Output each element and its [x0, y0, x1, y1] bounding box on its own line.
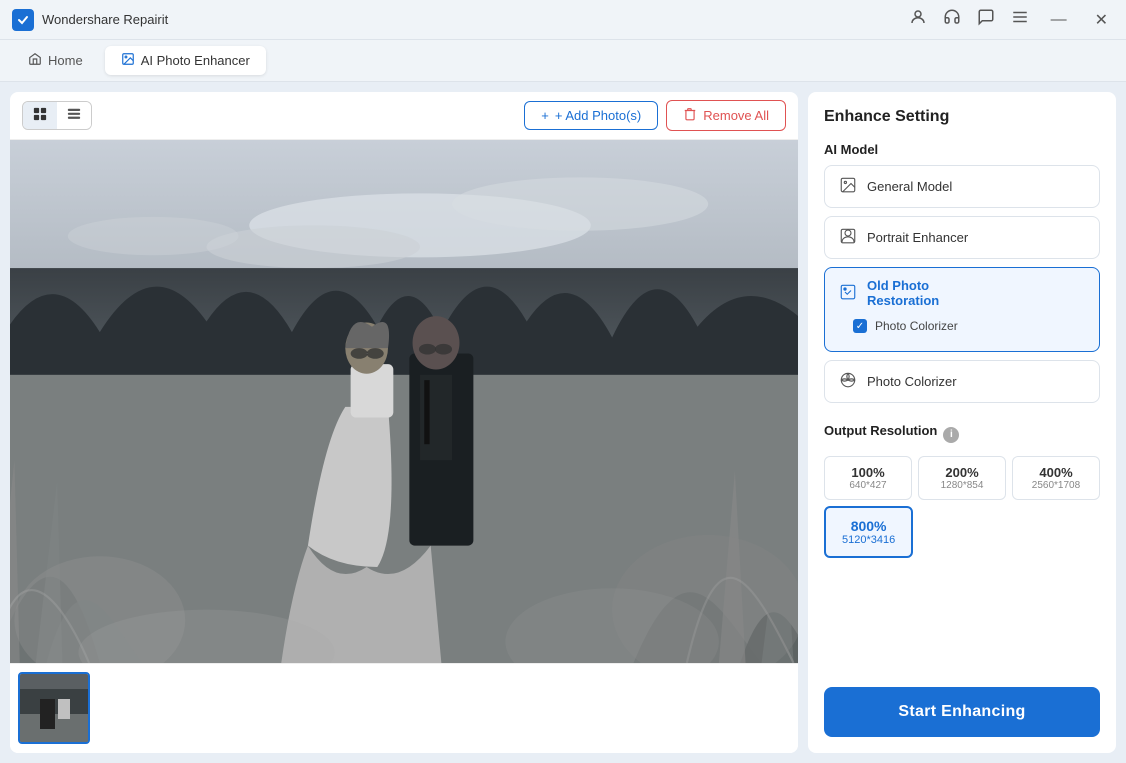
res-100-dims: 640*427 [831, 480, 905, 491]
thumbnail-item[interactable] [18, 672, 90, 744]
resolution-label: Output Resolution [824, 423, 937, 438]
res-100-percent: 100% [831, 465, 905, 480]
model-portrait[interactable]: Portrait Enhancer [824, 216, 1100, 259]
trash-icon [683, 107, 697, 124]
photo-colorizer-checkbox-container[interactable]: ✓ Photo Colorizer [839, 315, 1085, 341]
app-icon [12, 9, 34, 31]
portrait-icon [839, 227, 857, 248]
portrait-label: Portrait Enhancer [867, 230, 968, 245]
home-tab-label: Home [48, 53, 83, 68]
remove-all-label: Remove All [703, 108, 769, 123]
resolution-400[interactable]: 400% 2560*1708 [1012, 456, 1100, 500]
nav-tabs: Home AI Photo Enhancer [0, 40, 1126, 82]
resolution-grid: 100% 640*427 200% 1280*854 400% 2560*170… [824, 456, 1100, 500]
titlebar: Wondershare Repairit — ✕ [0, 0, 1126, 40]
checkbox-icon[interactable]: ✓ [853, 319, 867, 333]
thumbnail-strip [10, 663, 798, 753]
general-model-icon [839, 176, 857, 197]
titlebar-controls: — ✕ [909, 8, 1114, 32]
grid-view-button[interactable] [23, 102, 57, 129]
res-400-dims: 2560*1708 [1019, 480, 1093, 491]
res-200-percent: 200% [925, 465, 999, 480]
add-photos-button[interactable]: + + Add Photo(s) [524, 101, 658, 130]
resolution-section: Output Resolution i 100% 640*427 200% 12… [824, 423, 1100, 558]
headphone-icon[interactable] [943, 8, 961, 31]
resolution-800[interactable]: 800% 5120*3416 [824, 506, 913, 558]
ai-photo-icon [121, 52, 135, 69]
tab-home[interactable]: Home [12, 46, 99, 75]
model-photo-colorizer[interactable]: Photo Colorizer [824, 360, 1100, 403]
main-content: + + Add Photo(s) Remove All [0, 82, 1126, 763]
main-photo [10, 140, 798, 663]
left-panel: + + Add Photo(s) Remove All [10, 92, 798, 753]
old-photo-icon [839, 283, 857, 304]
old-photo-label: Old Photo Restoration [867, 278, 942, 308]
tab-ai-photo-enhancer[interactable]: AI Photo Enhancer [105, 46, 266, 75]
res-800-dims: 5120*3416 [842, 534, 895, 546]
colorizer-checkbox-row[interactable]: ✓ Photo Colorizer [824, 311, 1100, 352]
add-photos-label: + Add Photo(s) [555, 108, 641, 123]
photo-colorizer-checkbox-label: Photo Colorizer [875, 319, 958, 333]
view-toggles [22, 101, 92, 130]
resolution-100[interactable]: 100% 640*427 [824, 456, 912, 500]
ai-model-label: AI Model [824, 142, 1100, 157]
info-icon[interactable]: i [943, 427, 959, 443]
user-icon[interactable] [909, 8, 927, 31]
general-model-label: General Model [867, 179, 952, 194]
resolution-200[interactable]: 200% 1280*854 [918, 456, 1006, 500]
add-icon: + [541, 108, 549, 123]
chat-icon[interactable] [977, 8, 995, 31]
toolbar: + + Add Photo(s) Remove All [10, 92, 798, 140]
image-display-area [10, 140, 798, 663]
res-400-percent: 400% [1019, 465, 1093, 480]
panel-title: Enhance Setting [824, 108, 1100, 126]
minimize-button[interactable]: — [1045, 9, 1073, 31]
colorizer-label: Photo Colorizer [867, 374, 957, 389]
titlebar-left: Wondershare Repairit [12, 9, 168, 31]
model-general[interactable]: General Model [824, 165, 1100, 208]
res-800-percent: 800% [842, 518, 895, 534]
res-200-dims: 1280*854 [925, 480, 999, 491]
home-icon [28, 52, 42, 69]
app-title: Wondershare Repairit [42, 12, 168, 27]
thumbnail-image [20, 674, 88, 742]
colorizer-icon [839, 371, 857, 392]
resolution-label-row: Output Resolution i [824, 423, 1100, 446]
ai-photo-tab-label: AI Photo Enhancer [141, 53, 250, 68]
menu-icon[interactable] [1011, 8, 1029, 31]
ai-model-section: AI Model General Model Portrait Enhancer [824, 142, 1100, 411]
right-panel: Enhance Setting AI Model General Model [808, 92, 1116, 753]
remove-all-button[interactable]: Remove All [666, 100, 786, 131]
list-view-button[interactable] [57, 102, 91, 129]
close-button[interactable]: ✕ [1089, 8, 1114, 32]
start-enhancing-button[interactable]: Start Enhancing [824, 687, 1100, 737]
